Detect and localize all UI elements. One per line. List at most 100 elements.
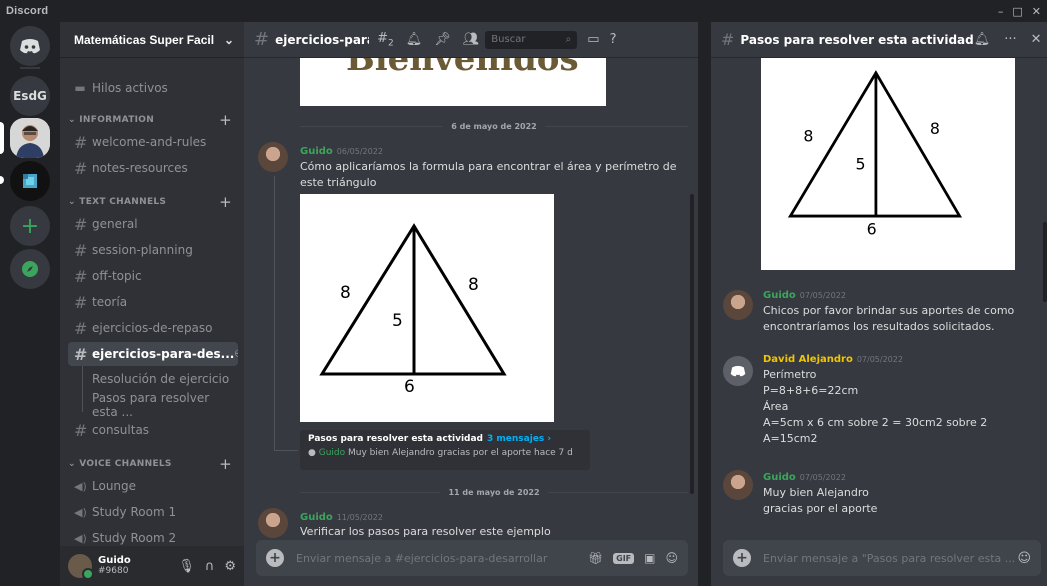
channel-label: general <box>92 217 138 231</box>
speaker-icon: ◀) <box>74 505 87 519</box>
member-list-icon[interactable]: 👥︎ <box>463 32 480 47</box>
channel-notes-resources[interactable]: # notes-resources <box>68 156 238 180</box>
pin-icon[interactable]: 📌︎ <box>434 32 451 47</box>
server-cube[interactable] <box>10 161 50 201</box>
message-author[interactable]: Guido <box>300 146 333 157</box>
server-esdg[interactable]: EsdG <box>10 76 50 116</box>
attach-plus-icon[interactable]: + <box>733 549 751 567</box>
triangle-base-label: 6 <box>867 220 877 239</box>
guild-header[interactable]: Matemáticas Super Facil ⌄ <box>60 22 244 58</box>
emoji-icon[interactable]: ☺ <box>1017 551 1031 566</box>
message-timestamp: 06/05/2022 <box>336 147 383 156</box>
message-author[interactable]: Guido <box>300 512 333 523</box>
thread-composer[interactable]: + Enviar mensaje a "Pasos para resolver … <box>723 540 1041 576</box>
settings-gear-icon[interactable]: ⚙ <box>224 559 236 574</box>
minimize-button[interactable]: – <box>998 5 1004 18</box>
message-avatar[interactable] <box>258 508 288 538</box>
category-chevron-icon: ⌄ <box>68 197 80 207</box>
maximize-button[interactable]: □ <box>1012 5 1022 18</box>
explore-servers-icon[interactable] <box>10 249 50 289</box>
threads-icon[interactable]: #2 <box>377 31 394 49</box>
chat-area: # ejercicios-para-c #2 🔔︎ 📌︎ 👥︎ Buscar ⌕… <box>244 22 698 586</box>
thread-scrollbar[interactable] <box>1043 222 1047 302</box>
voice-study-room-1[interactable]: ◀) Study Room 1 <box>68 500 238 524</box>
add-server-icon[interactable]: + <box>10 206 50 246</box>
date-divider: 6 de mayo de 2022 <box>300 122 689 131</box>
headphones-icon[interactable]: ∩ <box>205 559 215 574</box>
add-channel-icon[interactable]: + <box>219 193 232 211</box>
thread-resolucion[interactable]: Resolución de ejercicio <box>74 368 234 390</box>
bell-icon[interactable]: 🔔︎ <box>406 32 423 47</box>
channel-ejercicios-de-repaso[interactable]: # ejercicios-de-repaso <box>68 316 238 340</box>
microphone-icon[interactable]: 🎙 <box>178 559 195 574</box>
guild-name: Matemáticas Super Facil <box>74 32 215 47</box>
thread-card-count[interactable]: 3 mensajes › <box>487 434 551 444</box>
close-window-button[interactable]: ✕ <box>1032 5 1041 18</box>
channel-welcome-and-rules[interactable]: # welcome-and-rules <box>68 130 238 154</box>
help-icon[interactable]: ? <box>610 32 617 47</box>
category-voice-channels[interactable]: ⌄ VOICE CHANNELS + <box>68 455 238 473</box>
search-input[interactable]: Buscar ⌕ <box>485 30 578 49</box>
message-avatar[interactable] <box>723 470 753 500</box>
active-threads-link[interactable]: ▬ Hilos activos <box>68 76 238 100</box>
sticker-icon[interactable]: ▣ <box>644 551 655 565</box>
close-icon[interactable]: ✕ <box>1031 32 1042 47</box>
message-line: A=15cm2 <box>763 432 818 445</box>
thread-preview-text: Muy bien Alejandro gracias por el aporte <box>348 448 532 458</box>
server-math-avatar[interactable] <box>10 118 50 158</box>
thread-preview-time: hace 7 d <box>533 448 573 458</box>
channel-label: welcome-and-rules <box>92 135 207 149</box>
invite-and-settings-icons[interactable]: ⚇ ⚙ <box>234 349 238 360</box>
message-header: David Alejandro 07/05/2022 <box>763 354 903 365</box>
home-button[interactable] <box>10 26 50 66</box>
channel-sidebar: Matemáticas Super Facil ⌄ ▬ Hilos activo… <box>60 22 244 586</box>
welcome-banner-icon: Bienvenidos <box>346 58 579 79</box>
more-options-icon[interactable]: ··· <box>1004 32 1016 47</box>
message-avatar[interactable] <box>723 356 753 386</box>
hash-icon: # <box>74 292 88 312</box>
message-text: Chicos por favor brindar sus aportes de … <box>763 303 1014 335</box>
channel-session-planning[interactable]: # session-planning <box>68 238 238 262</box>
server-rail: EsdG + <box>0 22 60 586</box>
channel-ejercicios-para-desarrollar[interactable]: # ejercicios-para-des... ⚇ ⚙ <box>68 342 238 366</box>
thread-panel-header: # Pasos para resolver esta actividad 🔔︎ … <box>711 22 1047 58</box>
message-author[interactable]: Guido <box>763 472 796 483</box>
category-text-channels[interactable]: ⌄ TEXT CHANNELS + <box>68 193 238 211</box>
attach-plus-icon[interactable]: + <box>266 549 284 567</box>
chevron-down-icon: ⌄ <box>223 32 234 47</box>
gift-icon[interactable]: 🎁︎ <box>588 551 603 565</box>
channel-consultas[interactable]: # consultas <box>68 418 238 442</box>
thread-hash-icon: # <box>74 344 88 364</box>
message-avatar[interactable] <box>723 290 753 320</box>
inbox-icon[interactable]: ▭ <box>587 32 599 47</box>
message-line: Área <box>763 400 789 413</box>
thread-card[interactable]: Pasos para resolver esta actividad 3 mens… <box>300 430 590 470</box>
add-channel-icon[interactable]: + <box>219 455 232 473</box>
thread-triangle-image[interactable]: 8 8 5 6 <box>761 58 1015 270</box>
message-author[interactable]: David Alejandro <box>763 354 853 365</box>
channel-teoria[interactable]: # teoría <box>68 290 238 314</box>
triangle-base-label: 6 <box>404 377 415 397</box>
bell-icon[interactable]: 🔔︎ <box>974 32 991 47</box>
category-information[interactable]: ⌄ INFORMATION + <box>68 111 238 129</box>
user-avatar[interactable] <box>68 554 94 580</box>
triangle-image[interactable]: 8 8 5 6 <box>300 194 554 422</box>
message-avatar[interactable] <box>258 142 288 172</box>
channel-off-topic[interactable]: # off-topic <box>68 264 238 288</box>
chat-scrollbar[interactable] <box>690 194 694 494</box>
add-channel-icon[interactable]: + <box>219 111 232 129</box>
category-label: TEXT CHANNELS <box>79 197 167 207</box>
channel-general[interactable]: # general <box>68 212 238 236</box>
message-author[interactable]: Guido <box>763 290 796 301</box>
voice-lounge[interactable]: ◀) Lounge <box>68 474 238 498</box>
message-composer[interactable]: + Enviar mensaje a #ejercicios-para-desa… <box>256 540 688 576</box>
message-timestamp: 07/05/2022 <box>799 473 846 482</box>
gif-button[interactable]: GIF <box>613 552 635 564</box>
hash-icon: # <box>74 420 88 440</box>
welcome-image[interactable]: Bienvenidos <box>300 58 606 106</box>
thread-pasos[interactable]: Pasos para resolver esta ... <box>74 391 234 419</box>
message-text: Muy bien Alejandro gracias por el aporte <box>763 485 877 517</box>
emoji-icon[interactable]: ☺ <box>665 551 678 565</box>
title-bar: Discord – □ ✕ <box>0 0 1047 22</box>
message-header: Guido 11/05/2022 <box>300 512 383 523</box>
